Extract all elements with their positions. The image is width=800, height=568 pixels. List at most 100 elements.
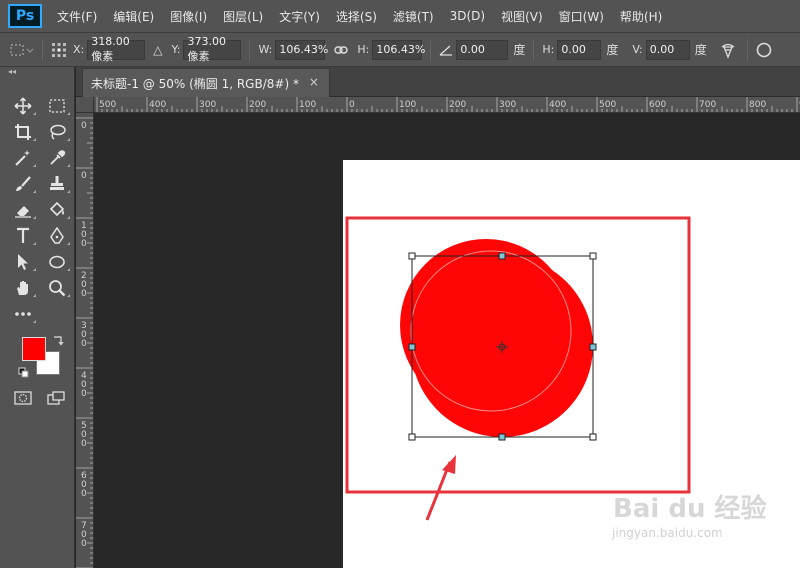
interpolation-icon[interactable] (719, 41, 737, 59)
ruler-label: 0 (81, 171, 87, 181)
handle-middle-right[interactable] (589, 343, 597, 351)
ruler-label: 0 (81, 239, 87, 249)
ruler-label: 500 (599, 100, 616, 110)
delta-icon[interactable]: △ (153, 43, 162, 57)
document-tab-title: 未标题-1 @ 50% (椭圆 1, RGB/8#) * (91, 76, 299, 91)
ruler-label: 800 (749, 100, 766, 110)
horizontal-ruler[interactable]: 500 400 300 200 100 0 100 200 300 400 500 600 700 800… (94, 97, 800, 113)
color-swatches (18, 335, 68, 383)
pen-icon[interactable] (40, 223, 74, 249)
eyedropper-icon[interactable] (40, 145, 74, 171)
h-field[interactable]: 106.43% (372, 39, 425, 60)
angle-field[interactable]: 0.00 (456, 39, 509, 60)
link-icon[interactable] (334, 45, 349, 55)
document-tab[interactable]: 未标题-1 @ 50% (椭圆 1, RGB/8#) * × (82, 68, 330, 97)
menu-bar: Ps 文件(F) 编辑(E) 图像(I) 图层(L) 文字(Y) 选择(S) 滤… (0, 0, 800, 33)
handle-top-left[interactable] (408, 252, 416, 260)
menu-type[interactable]: 文字(Y) (271, 8, 328, 25)
handle-middle-left[interactable] (408, 343, 416, 351)
ruler-label: 500 (99, 100, 116, 110)
cancel-transform-icon[interactable] (756, 42, 772, 58)
menu-filter[interactable]: 滤镜(T) (385, 8, 442, 25)
menu-help[interactable]: 帮助(H) (612, 8, 670, 25)
ruler-label: 0 (349, 100, 355, 110)
ruler-origin[interactable] (76, 97, 94, 113)
ruler-label: 0 (81, 489, 87, 499)
default-colors-icon[interactable] (18, 367, 30, 379)
brush-icon[interactable] (6, 171, 40, 197)
ruler-label: 0 (81, 339, 87, 349)
menu-file[interactable]: 文件(F) (49, 8, 105, 25)
toolbox: ◂◂ (0, 67, 75, 568)
ruler-label: 0 (81, 389, 87, 399)
menu-edit[interactable]: 编辑(E) (105, 8, 162, 25)
divider (533, 38, 535, 61)
watermark-url: jingyan.baidu.com (612, 526, 723, 540)
vertical-ruler[interactable]: 00100200300400500600700 (76, 113, 94, 568)
screen-mode-icon[interactable] (45, 389, 67, 407)
divider (42, 38, 43, 61)
ruler-label: 0 (81, 121, 87, 131)
ruler-label: 200 (249, 100, 266, 110)
path-select-icon[interactable] (6, 249, 40, 275)
foreground-color-swatch[interactable] (22, 337, 46, 361)
ruler-label: 0 (81, 439, 87, 449)
ruler-label: 100 (399, 100, 416, 110)
vskew-label: V: (632, 43, 643, 56)
more-tools-icon[interactable] (6, 301, 40, 327)
ruler-label: 100 (299, 100, 316, 110)
handle-bottom-right[interactable] (589, 433, 597, 441)
y-label: Y: (171, 43, 181, 56)
menu-window[interactable]: 窗口(W) (551, 8, 612, 25)
tool-preset-icon[interactable] (8, 41, 34, 59)
handle-top-center[interactable] (498, 252, 506, 260)
photoshop-window: Ps 文件(F) 编辑(E) 图像(I) 图层(L) 文字(Y) 选择(S) 滤… (0, 0, 800, 568)
marquee-icon[interactable] (40, 93, 74, 119)
move-icon[interactable] (6, 93, 40, 119)
y-field[interactable]: 373.00 像素 (183, 35, 242, 63)
ruler-label: 300 (499, 100, 516, 110)
options-bar: X: 318.00 像素 △ Y: 373.00 像素 W: 106.43% H… (0, 33, 800, 67)
x-field[interactable]: 318.00 像素 (87, 35, 146, 63)
collapse-icon[interactable]: ◂◂ (0, 67, 74, 77)
zoom-icon[interactable] (40, 275, 74, 301)
angle-unit: 度 (513, 43, 526, 57)
clone-stamp-icon[interactable] (40, 171, 74, 197)
magic-wand-icon[interactable] (6, 145, 40, 171)
vskew-field[interactable]: 0.00 (645, 39, 690, 60)
menu-3d[interactable]: 3D(D) (442, 9, 493, 23)
w-label: W: (258, 43, 273, 56)
paint-bucket-icon[interactable] (40, 197, 74, 223)
ruler-label: 200 (449, 100, 466, 110)
crop-icon[interactable] (6, 119, 40, 145)
swap-colors-icon[interactable] (52, 335, 64, 347)
lasso-icon[interactable] (40, 119, 74, 145)
menu-layer[interactable]: 图层(L) (215, 8, 271, 25)
document-tab-bar: 未标题-1 @ 50% (椭圆 1, RGB/8#) * × (76, 67, 800, 97)
ruler-label: 700 (699, 100, 716, 110)
hskew-unit: 度 (606, 43, 619, 57)
close-tab-icon[interactable]: × (309, 75, 319, 89)
menu-image[interactable]: 图像(I) (162, 8, 215, 25)
eraser-icon[interactable] (6, 197, 40, 223)
hand-icon[interactable] (6, 275, 40, 301)
menu-select[interactable]: 选择(S) (328, 8, 385, 25)
type-icon[interactable] (6, 223, 40, 249)
handle-top-right[interactable] (589, 252, 597, 260)
handle-bottom-left[interactable] (408, 433, 416, 441)
angle-icon (439, 44, 453, 56)
divider (249, 38, 251, 61)
watermark-logo: Bai du 经验 (613, 494, 767, 524)
reference-point-icon[interactable] (51, 42, 67, 58)
menu-view[interactable]: 视图(V) (493, 8, 551, 25)
divider (430, 38, 432, 61)
quick-mask-icon[interactable] (12, 389, 34, 407)
ruler-label: 0 (81, 289, 87, 299)
ellipse-icon[interactable] (40, 249, 74, 275)
hskew-field[interactable]: 0.00 (557, 39, 602, 60)
ruler-label: 300 (199, 100, 216, 110)
vskew-unit: 度 (694, 43, 707, 57)
handle-bottom-center[interactable] (498, 433, 506, 441)
ruler-label: 0 (81, 539, 87, 549)
w-field[interactable]: 106.43% (275, 39, 328, 60)
